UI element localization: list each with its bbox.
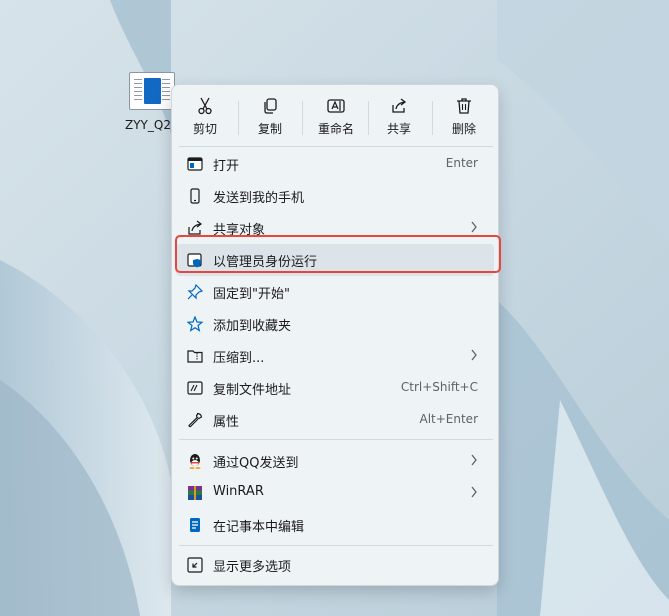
menu-item-label: 添加到收藏夹 — [213, 319, 292, 334]
copy-button[interactable]: 复制 — [244, 93, 296, 143]
delete-button[interactable]: 删除 — [438, 93, 490, 143]
file-name: ZYY_Q2... — [125, 118, 175, 132]
qq-icon — [189, 454, 201, 469]
menu-item-shortcut: Enter — [445, 156, 478, 170]
toolbar-divider — [368, 101, 369, 135]
more-options-icon — [187, 557, 203, 573]
menu-item-label: 显示更多选项 — [213, 560, 292, 575]
phone-icon — [190, 188, 200, 204]
copy-label: 复制 — [257, 122, 282, 136]
toolbar-divider — [302, 101, 303, 135]
menu-item-send-via-qq[interactable]: 通过QQ发送到 — [176, 445, 494, 477]
menu-item-label: 属性 — [213, 415, 240, 430]
menu-item-label: 复制文件地址 — [213, 383, 292, 398]
context-menu: 剪切 复制 重命名 共享 删除 打开 Enter 发送到我的手机 共享对象 以管… — [171, 84, 499, 586]
rename-icon — [327, 99, 345, 113]
menu-divider — [179, 545, 493, 546]
notepad-icon — [190, 518, 200, 532]
rename-button[interactable]: 重命名 — [308, 93, 364, 143]
menu-item-label: 固定到"开始" — [213, 287, 290, 302]
cut-button[interactable]: 剪切 — [180, 93, 230, 143]
chevron-right-icon — [471, 486, 477, 498]
menu-item-label: 通过QQ发送到 — [213, 456, 299, 471]
menu-item-properties[interactable]: 属性 Alt+Enter — [176, 404, 494, 436]
menu-item-label: 打开 — [213, 159, 240, 174]
highlight-annotation-box — [175, 235, 501, 273]
folder-zip-icon — [187, 350, 203, 363]
menu-item-compress-to[interactable]: 压缩到... — [176, 340, 494, 372]
menu-item-show-more-options[interactable]: 显示更多选项 — [176, 549, 494, 581]
share-icon — [392, 98, 407, 113]
menu-item-add-to-favorites[interactable]: 添加到收藏夹 — [176, 308, 494, 340]
menu-item-shortcut: Ctrl+Shift+C — [400, 380, 478, 394]
menu-item-label: 发送到我的手机 — [213, 191, 305, 206]
share-button[interactable]: 共享 — [374, 93, 424, 143]
star-icon — [187, 316, 203, 332]
copy-path-icon — [187, 381, 203, 395]
menu-item-label: 在记事本中编辑 — [213, 520, 305, 535]
wrench-icon — [188, 412, 203, 428]
share-label: 共享 — [386, 122, 411, 136]
menu-item-send-to-phone[interactable]: 发送到我的手机 — [176, 180, 494, 212]
pin-icon — [187, 284, 203, 300]
chevron-right-icon — [471, 454, 477, 466]
menu-item-winrar[interactable]: WinRAR — [176, 477, 494, 509]
winrar-icon — [188, 486, 202, 500]
chevron-right-icon — [471, 349, 477, 361]
rename-label: 重命名 — [317, 122, 354, 136]
copy-icon — [264, 98, 277, 114]
menu-divider — [179, 439, 493, 440]
open-window-icon — [187, 157, 203, 171]
share-icon — [188, 220, 202, 235]
menu-item-label: WinRAR — [213, 484, 264, 499]
menu-item-pin-to-start[interactable]: 固定到"开始" — [176, 276, 494, 308]
menu-divider — [179, 146, 493, 147]
document-icon — [129, 72, 175, 110]
scissors-icon — [198, 97, 212, 115]
chevron-right-icon — [471, 221, 477, 233]
context-menu-toolbar: 剪切 复制 重命名 共享 删除 — [172, 93, 498, 143]
menu-item-shortcut: Alt+Enter — [419, 412, 478, 426]
toolbar-divider — [238, 101, 239, 135]
cut-label: 剪切 — [192, 122, 217, 136]
delete-label: 删除 — [451, 122, 476, 136]
toolbar-divider — [432, 101, 433, 135]
menu-item-open[interactable]: 打开 Enter — [176, 148, 494, 180]
menu-item-edit-in-notepad[interactable]: 在记事本中编辑 — [176, 509, 494, 541]
menu-item-label: 压缩到... — [213, 351, 265, 366]
trash-icon — [457, 98, 471, 114]
menu-item-copy-path[interactable]: 复制文件地址 Ctrl+Shift+C — [176, 372, 494, 404]
